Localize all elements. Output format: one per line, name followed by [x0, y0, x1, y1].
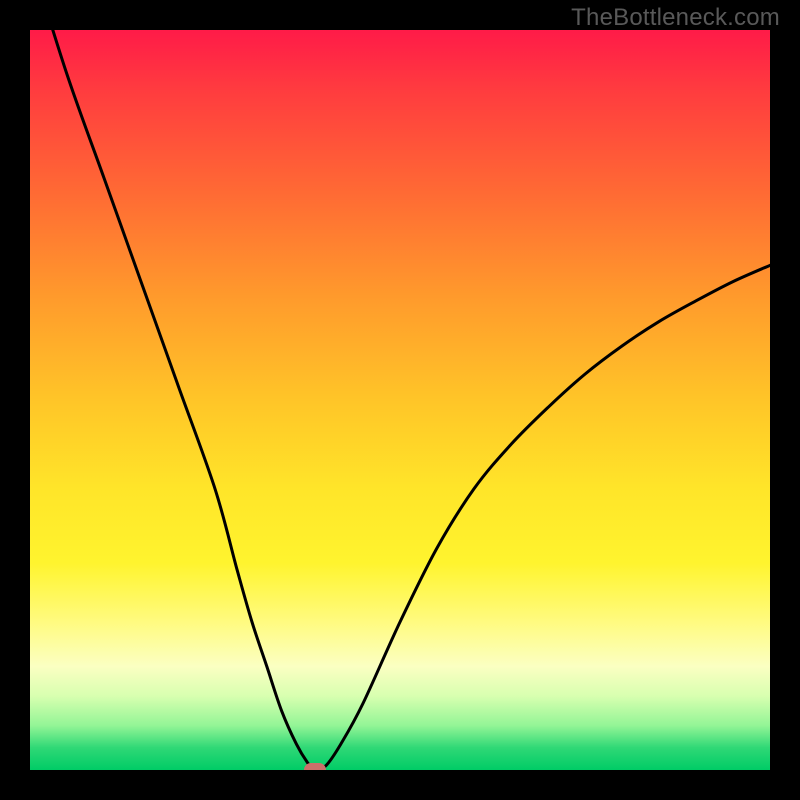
watermark-text: TheBottleneck.com [571, 4, 780, 32]
chart-frame: TheBottleneck.com [0, 0, 800, 800]
curve-svg [30, 30, 770, 770]
plot-area [30, 30, 770, 770]
bottleneck-curve [30, 30, 770, 770]
minimum-marker [304, 763, 326, 770]
